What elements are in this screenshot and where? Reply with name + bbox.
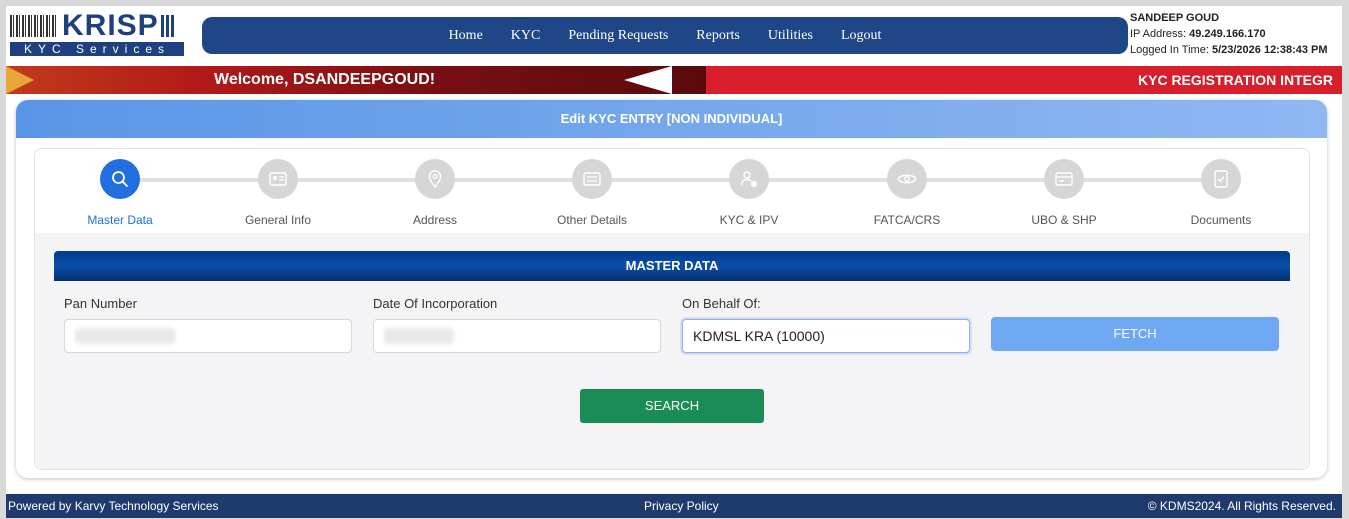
- nav-reports[interactable]: Reports: [696, 28, 740, 44]
- on-behalf-of-label: On Behalf Of:: [682, 296, 761, 311]
- list-icon: [572, 159, 612, 199]
- section-title: MASTER DATA: [54, 251, 1290, 281]
- step-kyc-ipv[interactable]: KYC & IPV: [689, 159, 809, 227]
- login-time-value: 5/23/2026 12:38:43 PM: [1211, 44, 1328, 56]
- ip-address-label: IP Address:: [1130, 28, 1187, 40]
- marquee-text: KYC REGISTRATION INTEGR: [1138, 72, 1333, 88]
- id-card-icon: [258, 159, 298, 199]
- step-label: Other Details: [556, 213, 628, 227]
- step-label: KYC & IPV: [719, 213, 779, 227]
- pan-number-label: Pan Number: [64, 296, 137, 311]
- step-master-data[interactable]: Master Data: [60, 159, 180, 227]
- top-navigation: Home KYC Pending Requests Reports Utilit…: [202, 17, 1128, 54]
- nav-pending-requests[interactable]: Pending Requests: [568, 28, 668, 44]
- date-of-incorporation-input[interactable]: [373, 319, 661, 353]
- user-name: SANDEEP GOUD: [1130, 12, 1220, 24]
- footer-copyright: © KDMS2024. All Rights Reserved.: [1147, 499, 1336, 513]
- step-general-info[interactable]: General Info: [218, 159, 338, 227]
- step-fatca-crs[interactable]: FATCA/CRS: [847, 159, 967, 227]
- user-check-icon: [729, 159, 769, 199]
- krisp-logo[interactable]: KRISP KYC Services: [10, 9, 188, 58]
- user-info: SANDEEP GOUD IP Address: 49.249.166.170 …: [1130, 10, 1342, 58]
- step-label: UBO & SHP: [1031, 213, 1097, 227]
- step-label: Address: [412, 213, 458, 227]
- step-label: Master Data: [87, 213, 153, 227]
- footer-powered-by: Powered by Karvy Technology Services: [8, 499, 219, 513]
- app-frame: KRISP KYC Services Home KYC Pending Requ…: [6, 6, 1342, 518]
- fetch-button[interactable]: FETCH: [991, 317, 1279, 351]
- welcome-banner: Welcome, DSANDEEPGOUD! KYC REGISTRATION …: [6, 66, 1342, 94]
- step-label: FATCA/CRS: [873, 213, 941, 227]
- redacted-value: [75, 328, 175, 344]
- eye-icon: [887, 159, 927, 199]
- ip-address-value: 49.249.166.170: [1189, 28, 1266, 40]
- kyc-wizard: Master Data General Info Address Other D…: [34, 148, 1310, 470]
- footer: Powered by Karvy Technology Services Pri…: [6, 494, 1342, 518]
- document-check-icon: [1201, 159, 1241, 199]
- nav-kyc[interactable]: KYC: [511, 28, 541, 44]
- on-behalf-of-input[interactable]: KDMSL KRA (10000): [682, 319, 970, 353]
- search-button[interactable]: SEARCH: [580, 389, 764, 423]
- logo-word: KRISP: [62, 9, 159, 42]
- logo-bars-icon: [160, 15, 175, 37]
- kyc-entry-card: Edit KYC ENTRY [NON INDIVIDUAL] Master D…: [16, 100, 1327, 478]
- search-icon: [100, 159, 140, 199]
- banner-pointer-icon: [624, 66, 672, 94]
- page-title: Edit KYC ENTRY [NON INDIVIDUAL]: [16, 100, 1327, 138]
- login-time-row: Logged In Time: 5/23/2026 12:38:43 PM: [1130, 42, 1342, 58]
- login-time-label: Logged In Time:: [1130, 44, 1209, 56]
- card-icon: [1044, 159, 1084, 199]
- ip-address-row: IP Address: 49.249.166.170: [1130, 26, 1342, 42]
- on-behalf-of-value: KDMSL KRA (10000): [693, 328, 825, 344]
- step-other-details[interactable]: Other Details: [532, 159, 652, 227]
- step-documents[interactable]: Documents: [1161, 159, 1281, 227]
- redacted-value: [384, 328, 454, 344]
- step-address[interactable]: Address: [375, 159, 495, 227]
- privacy-policy-link[interactable]: Privacy Policy: [644, 494, 719, 518]
- banner-arrow-icon: [6, 66, 34, 94]
- nav-utilities[interactable]: Utilities: [768, 28, 813, 44]
- barcode-icon: [10, 15, 58, 37]
- step-label: Documents: [1190, 213, 1252, 227]
- pan-number-input[interactable]: [64, 319, 352, 353]
- location-pin-icon: [415, 159, 455, 199]
- step-label: General Info: [244, 213, 312, 227]
- welcome-text: Welcome, DSANDEEPGOUD!: [214, 71, 436, 88]
- master-data-panel: MASTER DATA Pan Number Date Of Incorpora…: [35, 233, 1309, 469]
- date-of-incorporation-label: Date Of Incorporation: [373, 296, 498, 311]
- nav-home[interactable]: Home: [449, 28, 483, 44]
- step-ubo-shp[interactable]: UBO & SHP: [1004, 159, 1124, 227]
- nav-logout[interactable]: Logout: [841, 28, 881, 44]
- logo-subtitle: KYC Services: [10, 42, 184, 56]
